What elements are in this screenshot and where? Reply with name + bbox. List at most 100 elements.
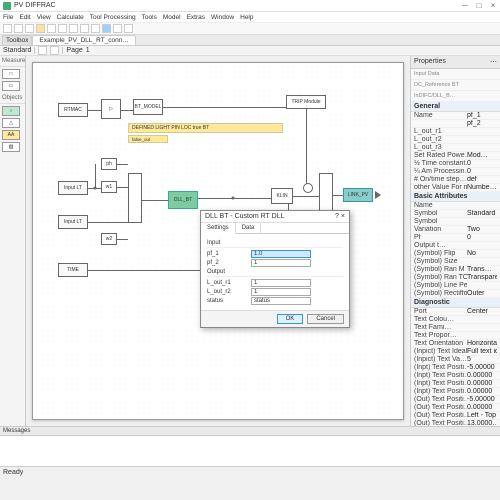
wire[interactable] [306, 109, 307, 184]
field-input-lout1[interactable] [251, 279, 311, 287]
ok-button[interactable]: OK [277, 314, 304, 324]
property-value[interactable]: Horizontal [467, 340, 497, 347]
property-value[interactable]: 0 [467, 160, 497, 167]
print-icon[interactable] [36, 24, 45, 33]
wire[interactable] [333, 195, 343, 196]
menu-help[interactable]: Help [240, 14, 253, 21]
property-row[interactable]: Text Propor… [411, 332, 500, 340]
property-row[interactable]: (Symbol) FlipNo [411, 250, 500, 258]
property-row[interactable]: (Symbol) Size [411, 258, 500, 266]
minimize-button[interactable]: ─ [461, 2, 469, 10]
property-value[interactable]: Mod… [467, 152, 497, 159]
property-row[interactable]: (Out) Text Positi…Left - Top [411, 412, 500, 420]
menu-model[interactable]: Model [163, 14, 181, 21]
block-input1[interactable]: Input LT [58, 181, 88, 195]
property-value[interactable]: Full text ideal [467, 348, 497, 355]
props-cat-diagnostic[interactable]: Diagnostic [411, 298, 500, 308]
property-value[interactable]: Transparent [467, 274, 497, 281]
property-value[interactable]: 0 [467, 234, 497, 241]
wire[interactable] [95, 164, 96, 188]
menu-view[interactable]: View [37, 14, 51, 21]
property-row[interactable]: L_out_r3 [411, 144, 500, 152]
menu-file[interactable]: File [3, 14, 13, 21]
field-input-status[interactable] [251, 297, 311, 305]
open-icon[interactable] [14, 24, 23, 33]
property-value[interactable]: 0.00000 [467, 372, 497, 379]
new-icon[interactable] [3, 24, 12, 33]
property-row[interactable]: (Out) Text Positi…13.0000… [411, 420, 500, 426]
property-value[interactable]: No [467, 250, 497, 257]
property-row[interactable]: Set Rated Powe…Mod… [411, 152, 500, 160]
property-value[interactable]: def [467, 176, 497, 183]
field-input-pf1[interactable] [251, 250, 311, 258]
redo-icon[interactable] [91, 24, 100, 33]
dialog-titlebar[interactable]: DLL BT - Custom RT DLL ? × [201, 211, 349, 223]
wire[interactable] [117, 239, 128, 240]
property-row[interactable]: (Inpict) Text IdealFull text ideal [411, 348, 500, 356]
block-klin[interactable]: KLIN [271, 188, 293, 204]
property-row[interactable]: (Out) Text Positi…-5.00000 [411, 396, 500, 404]
property-row[interactable]: Namepf_1 [411, 112, 500, 120]
field-input-pf2[interactable] [251, 259, 311, 267]
block-w1[interactable]: w1 [101, 181, 117, 193]
props-cat-basic[interactable]: Basic Attributes [411, 192, 500, 202]
property-row[interactable]: (Inpt) Text Positi…0.00000 [411, 388, 500, 396]
cancel-button[interactable]: Cancel [307, 314, 344, 324]
block-gain1[interactable]: ▷ [101, 99, 121, 119]
block-banner[interactable]: DEFINED LIGHT PIN LOC true BT [128, 123, 283, 133]
property-row[interactable]: PortCenter [411, 308, 500, 316]
cut-icon[interactable] [47, 24, 56, 33]
property-row[interactable]: (Inpt) Text Positi…0.00000 [411, 380, 500, 388]
menu-extras[interactable]: Extras [187, 14, 205, 21]
stop-icon[interactable] [124, 24, 133, 33]
block-w2[interactable]: w2 [101, 233, 117, 245]
wire[interactable] [198, 198, 271, 199]
property-row[interactable]: VariationTwo [411, 226, 500, 234]
wire[interactable] [88, 110, 101, 111]
toolbox-tab[interactable]: Toolbox [2, 35, 32, 45]
menu-edit[interactable]: Edit [19, 14, 30, 21]
snap-icon[interactable] [50, 46, 59, 55]
messages-header[interactable]: Messages [0, 427, 500, 436]
block-banner-sub[interactable]: false_out [128, 135, 168, 143]
property-value[interactable]: 0.00000 [467, 404, 497, 411]
zoom-icon[interactable] [102, 24, 111, 33]
menu-calculate[interactable]: Calculate [57, 14, 84, 21]
property-row[interactable]: Symbol [411, 218, 500, 226]
tool-circle[interactable]: ○ [2, 106, 20, 116]
property-value[interactable]: Center [467, 308, 497, 315]
property-row[interactable]: Text Colou… [411, 316, 500, 324]
menu-window[interactable]: Window [211, 14, 234, 21]
wire[interactable] [117, 164, 128, 165]
property-row[interactable]: # On/time step…def [411, 176, 500, 184]
tool-text[interactable]: AA [2, 130, 20, 140]
property-row[interactable]: (Inpt) Text Positi…0.00000 [411, 372, 500, 380]
property-value[interactable]: Left - Top [467, 412, 497, 419]
wire[interactable] [88, 222, 128, 223]
wire[interactable] [163, 107, 286, 108]
section-measure[interactable]: Measure [0, 56, 25, 67]
document-tab[interactable]: Example_PV_DLL_RT_conn… [32, 35, 136, 45]
dialog-tab-data[interactable]: Data [236, 223, 262, 233]
property-row[interactable]: SymbolStandard [411, 210, 500, 218]
property-row[interactable]: ¼ Am Processin…0 [411, 168, 500, 176]
property-value[interactable]: Numbe… [467, 184, 497, 191]
section-objects[interactable]: Objects [0, 93, 25, 104]
wire[interactable] [293, 196, 319, 197]
block-sum1[interactable] [303, 183, 313, 193]
property-row[interactable]: (Symbol) Ran M C…Trans… [411, 266, 500, 274]
property-row[interactable]: Text Fami… [411, 324, 500, 332]
property-row[interactable]: (Inpict) Text Va…5 [411, 356, 500, 364]
property-row[interactable]: Name [411, 202, 500, 210]
block-input2[interactable]: Input LT [58, 215, 88, 229]
property-value[interactable]: pf_1 [467, 112, 497, 119]
property-row[interactable]: pf_2 [411, 120, 500, 128]
block-mux2[interactable] [319, 173, 333, 213]
block-dll[interactable]: DLL_BT [168, 191, 198, 209]
tool-tri[interactable]: △ [2, 118, 20, 128]
block-ph[interactable]: ph [101, 158, 117, 170]
property-value[interactable]: Two [467, 226, 497, 233]
menu-tool-processing[interactable]: Tool Processing [90, 14, 136, 21]
run-icon[interactable] [113, 24, 122, 33]
wire[interactable] [117, 187, 128, 188]
